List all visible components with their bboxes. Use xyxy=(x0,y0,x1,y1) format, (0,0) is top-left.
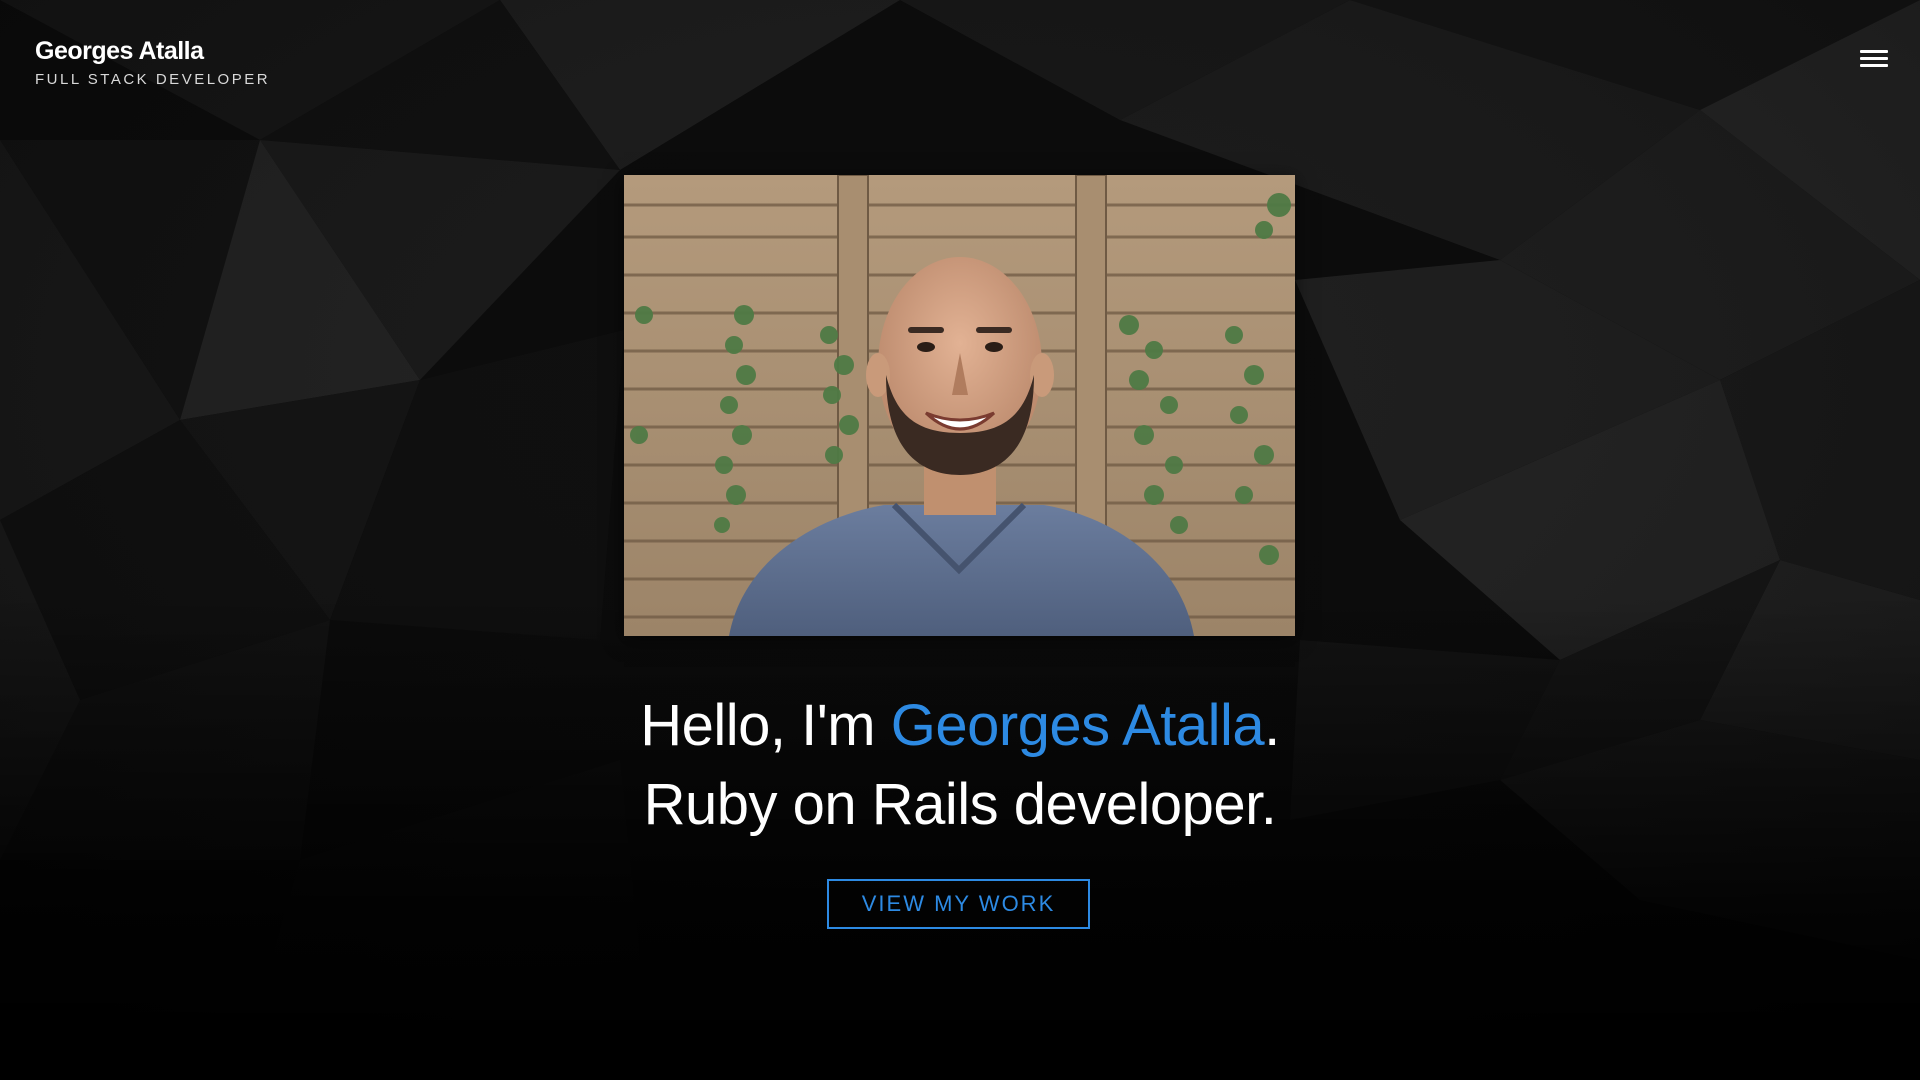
profile-photo xyxy=(624,175,1295,636)
profile-photo-illustration xyxy=(624,175,1295,636)
menu-button[interactable] xyxy=(1858,46,1892,72)
greeting-name: Georges Atalla xyxy=(890,693,1265,758)
site-title[interactable]: Georges Atalla xyxy=(35,36,270,66)
brand[interactable]: Georges Atalla FULL STACK DEVELOPER xyxy=(35,36,270,89)
site-subtitle: FULL STACK DEVELOPER xyxy=(35,71,271,88)
page: Georges Atalla FULL STACK DEVELOPER Hell… xyxy=(0,0,1920,1080)
greeting-suffix: . xyxy=(1264,693,1280,758)
view-my-work-button[interactable]: VIEW MY WORK xyxy=(827,879,1090,929)
hero-greeting: Hello, I'm Georges Atalla. xyxy=(0,686,1920,766)
greeting-prefix: Hello, I'm xyxy=(640,693,891,758)
hero-tagline: Ruby on Rails developer. xyxy=(643,772,1277,837)
